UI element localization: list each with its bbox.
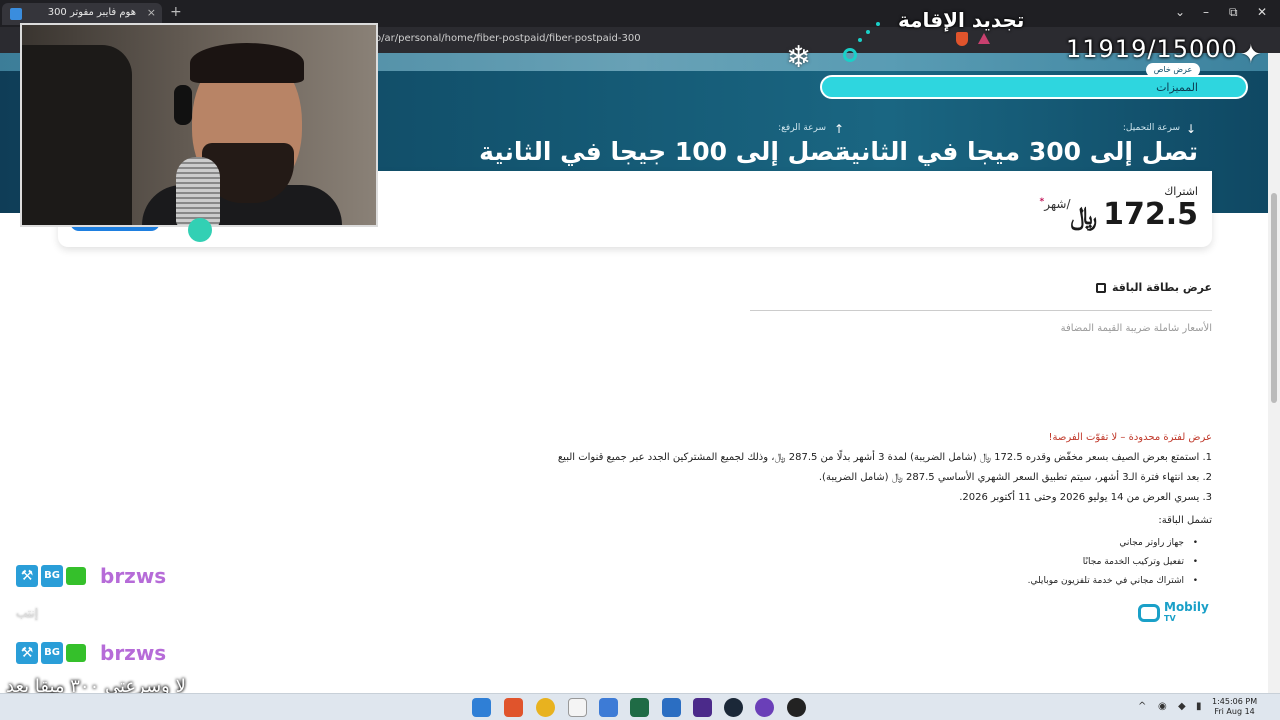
price-value: 172.5 <box>1103 197 1198 232</box>
taskbar-clock[interactable]: 1:45:06 PM Fri Aug 14 <box>1212 697 1257 717</box>
volume-icon[interactable]: ◆ <box>1178 701 1186 712</box>
windows-taskbar: ^ ◉ ◆ ▮ 1:45:06 PM Fri Aug 14 <box>0 693 1280 720</box>
brave-shield-icon[interactable] <box>956 32 968 46</box>
divider <box>750 310 1212 311</box>
terminal-icon[interactable] <box>630 698 649 717</box>
app-icon[interactable] <box>662 698 681 717</box>
view-card-label: عرض بطاقة الباقة <box>1111 281 1212 294</box>
clock-date: Fri Aug 14 <box>1214 707 1255 716</box>
mobily-tv-logo: Mobily TV <box>1138 601 1210 631</box>
goal-counter: 11919/15000 <box>1066 35 1238 63</box>
overlay-dot <box>188 218 212 242</box>
expand-icon <box>1095 282 1106 293</box>
battery-icon[interactable]: ▮ <box>1196 701 1202 712</box>
site-favicon-icon <box>10 8 22 20</box>
microphone-icon <box>176 157 220 225</box>
riyal-currency-icon: ﷼ <box>1070 202 1098 230</box>
download-arrow-icon: ↓ <box>1185 122 1196 136</box>
close-window-button[interactable]: ✕ <box>1257 5 1267 19</box>
hammer-badge-icon: ⚒ <box>16 565 38 587</box>
chat-badge: BG <box>41 642 63 664</box>
tab-close-icon[interactable]: × <box>147 6 156 19</box>
chat-app-icon[interactable] <box>755 698 774 717</box>
includes-item: تفعيل وتركيب الخدمة مجانًا <box>1083 557 1198 567</box>
download-label: سرعة التحميل: <box>1122 123 1180 133</box>
upload-value: تصل إلى 100 جيجا في الثانية <box>479 137 844 166</box>
mobily-tv-icon <box>1138 604 1160 622</box>
start-icon[interactable] <box>472 698 491 717</box>
chat-text: إنتب <box>16 606 39 620</box>
brave-rewards-icon[interactable] <box>978 33 990 44</box>
tab-list-button[interactable]: ⌄ <box>1175 5 1185 19</box>
hammer-badge-icon: ⚒ <box>16 642 38 664</box>
sparkle-icon: ✦ <box>1240 40 1262 70</box>
offer-term: 3. يسري العرض من 14 يوليو 2026 وحتى 11 أ… <box>959 492 1212 503</box>
notepad-icon[interactable] <box>568 698 587 717</box>
scrollbar-thumb[interactable] <box>1271 193 1277 403</box>
includes-item: جهاز راوتر مجاني <box>1119 538 1197 548</box>
webcam-feed <box>20 23 378 227</box>
price-display: 172.5﷼/شهر* <box>1040 197 1198 232</box>
network-icon[interactable]: ◉ <box>1158 701 1167 712</box>
new-tab-button[interactable]: + <box>170 4 182 20</box>
brave-icon[interactable] <box>504 698 523 717</box>
download-value: تصل إلى 300 ميجا في الثانية <box>835 137 1198 166</box>
steam-icon[interactable] <box>724 698 743 717</box>
screen: هوم فايبر مفوتر 300 × + ⌄ – ⧉ ✕ o/ar/per… <box>0 0 1280 720</box>
includes-title: تشمل الباقة: <box>1158 515 1212 526</box>
tab-title: هوم فايبر مفوتر 300 <box>47 7 136 18</box>
page-scrollbar[interactable] <box>1268 53 1280 693</box>
url-field[interactable]: o/ar/personal/home/fiber-postpaid/fiber-… <box>375 33 641 44</box>
headphones-icon <box>174 85 192 125</box>
features-tab[interactable]: المميزات <box>820 75 1248 99</box>
view-package-card-link[interactable]: عرض بطاقة الباقة <box>1095 281 1212 294</box>
snowflake-icon: ❄ <box>786 40 812 75</box>
mobily-tv-sub: TV <box>1164 614 1176 623</box>
overlay-goal-title: تجديد الإقامة <box>898 8 1025 32</box>
upload-arrow-icon: ↑ <box>833 122 844 136</box>
file-explorer-icon[interactable] <box>599 698 618 717</box>
chat-username: brzws <box>100 641 167 665</box>
offer-term: 1. استمتع بعرض الصيف بسعر مخفّض وقدره 17… <box>557 452 1212 463</box>
chrome-icon[interactable] <box>536 698 555 717</box>
browser-tab[interactable]: هوم فايبر مفوتر 300 × <box>2 3 162 25</box>
vat-note: الأسعار شاملة ضريبة القيمة المضافة <box>1060 323 1212 334</box>
gift-badge-icon <box>66 567 86 585</box>
chat-badge: BG <box>41 565 63 587</box>
clock-time: 1:45:06 PM <box>1212 697 1258 706</box>
mobily-tv-text: Mobily <box>1164 600 1209 614</box>
includes-item: اشتراك مجاني في خدمة تلفزيون موبايلي. <box>1028 576 1199 586</box>
chat-username: brzws <box>100 564 167 588</box>
app-icon[interactable] <box>693 698 712 717</box>
upload-label: سرعة الرفع: <box>778 123 826 133</box>
features-label: المميزات <box>1156 81 1198 94</box>
gift-badge-icon <box>66 644 86 662</box>
tray-overflow-icon[interactable]: ^ <box>1138 701 1146 712</box>
offer-term: 2. بعد انتهاء فترة الـ3 أشهر، سيتم تطبيق… <box>818 472 1212 483</box>
offer-title: عرض لفترة محدودة – لا تفوّت الفرصة! <box>1048 432 1213 443</box>
overlay-ring-icon <box>843 48 857 62</box>
per-month-label: /شهر <box>1044 197 1071 211</box>
minimize-button[interactable]: – <box>1203 5 1209 19</box>
obs-icon[interactable] <box>787 698 806 717</box>
maximize-button[interactable]: ⧉ <box>1229 5 1238 20</box>
